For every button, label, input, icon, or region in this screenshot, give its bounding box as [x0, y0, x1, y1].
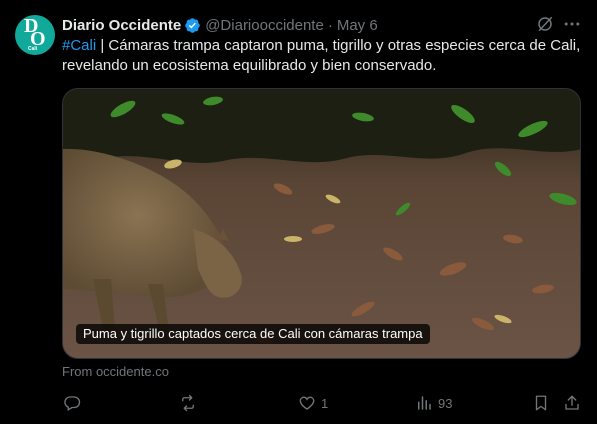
- media-caption: Puma y tigrillo captados cerca de Cali c…: [76, 324, 430, 344]
- more-options-icon[interactable]: [562, 14, 582, 34]
- tweet-text: #Cali | Cámaras trampa captaron puma, ti…: [62, 36, 584, 76]
- separator-dot: ·: [327, 16, 333, 34]
- tweet-card[interactable]: D O Cali Diario Occidente @Diarioocciden…: [0, 0, 597, 424]
- camera-trap-photo: [63, 89, 580, 358]
- retweet-button[interactable]: [179, 392, 202, 414]
- views-chart-icon: [418, 396, 431, 410]
- avatar[interactable]: D O Cali: [15, 15, 55, 55]
- author-handle[interactable]: @Diariooccidente: [205, 17, 324, 34]
- like-button[interactable]: 1: [298, 392, 328, 414]
- tweet-header: Diario Occidente @Diariooccidente · May …: [62, 15, 378, 35]
- views-count: 93: [438, 395, 453, 411]
- share-icon: [565, 395, 579, 410]
- views-button[interactable]: 93: [415, 392, 452, 414]
- author-name[interactable]: Diario Occidente: [62, 17, 181, 34]
- verified-badge-icon[interactable]: [184, 17, 201, 34]
- tweet-date[interactable]: May 6: [337, 17, 378, 34]
- like-count: 1: [321, 395, 329, 411]
- retweet-icon: [182, 394, 194, 412]
- heart-icon: [299, 396, 315, 410]
- link-source[interactable]: From occidente.co: [62, 364, 169, 379]
- reply-button[interactable]: [63, 392, 86, 414]
- bookmark-icon: [535, 395, 547, 411]
- tweet-body: | Cámaras trampa captaron puma, tigrillo…: [62, 37, 581, 74]
- media-card[interactable]: Puma y tigrillo captados cerca de Cali c…: [62, 88, 581, 359]
- avatar-city: Cali: [28, 46, 38, 52]
- share-button[interactable]: [563, 392, 581, 414]
- bookmark-button[interactable]: [532, 392, 550, 414]
- reply-icon: [64, 396, 81, 411]
- hashtag-link[interactable]: #Cali: [62, 37, 96, 54]
- grok-icon[interactable]: [536, 15, 554, 33]
